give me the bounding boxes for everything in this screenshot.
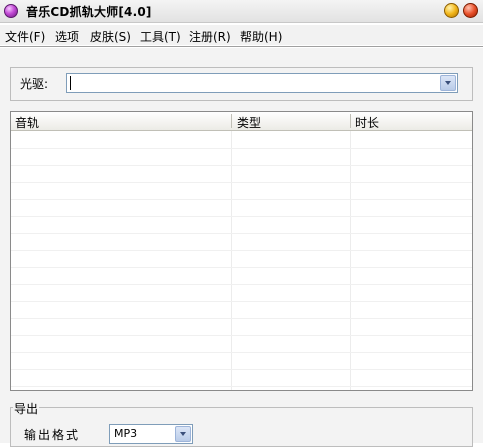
format-select-value: MP3 bbox=[114, 427, 138, 440]
menu-tools[interactable]: 工具(T) bbox=[140, 28, 181, 45]
column-track[interactable]: 音轨 bbox=[15, 114, 39, 131]
menu-file[interactable]: 文件(F) bbox=[5, 28, 45, 45]
track-list[interactable]: 音轨 类型 时长 bbox=[10, 111, 473, 391]
row-gridline bbox=[11, 165, 472, 166]
text-cursor bbox=[70, 76, 71, 90]
chevron-down-icon[interactable] bbox=[440, 75, 456, 91]
row-gridline bbox=[11, 233, 472, 234]
row-gridline bbox=[11, 148, 472, 149]
row-gridline bbox=[11, 267, 472, 268]
minimize-button[interactable] bbox=[444, 3, 459, 18]
column-duration[interactable]: 时长 bbox=[355, 114, 379, 131]
row-gridline bbox=[11, 250, 472, 251]
app-icon[interactable] bbox=[4, 4, 18, 18]
row-gridline bbox=[11, 199, 472, 200]
menu-help[interactable]: 帮助(H) bbox=[240, 28, 282, 45]
column-divider[interactable] bbox=[231, 114, 232, 128]
window-title: 音乐CD抓轨大师[4.0] bbox=[26, 5, 152, 19]
row-gridline bbox=[11, 352, 472, 353]
row-gridline bbox=[11, 284, 472, 285]
export-group-title: 导出 bbox=[13, 400, 40, 417]
drive-select[interactable] bbox=[66, 73, 458, 93]
menu-bar: 文件(F) 选项 皮肤(S) 工具(T) 注册(R) 帮助(H) bbox=[0, 25, 483, 45]
row-gridline bbox=[11, 335, 472, 336]
column-divider[interactable] bbox=[350, 114, 351, 128]
chevron-down-icon[interactable] bbox=[175, 426, 191, 442]
row-gridline bbox=[11, 301, 472, 302]
row-gridline bbox=[11, 386, 472, 387]
row-gridline bbox=[11, 369, 472, 370]
format-label: 输出格式 bbox=[24, 428, 81, 442]
row-gridline bbox=[11, 318, 472, 319]
column-type[interactable]: 类型 bbox=[237, 114, 261, 131]
drive-label: 光驱: bbox=[20, 77, 49, 91]
close-button[interactable] bbox=[463, 3, 478, 18]
menu-options[interactable]: 选项 bbox=[55, 28, 79, 45]
row-gridline bbox=[11, 182, 472, 183]
title-bar[interactable]: 音乐CD抓轨大师[4.0] bbox=[0, 0, 483, 23]
track-list-body bbox=[11, 131, 472, 390]
track-list-header: 音轨 类型 时长 bbox=[11, 112, 472, 131]
menu-register[interactable]: 注册(R) bbox=[189, 28, 231, 45]
menu-skin[interactable]: 皮肤(S) bbox=[90, 28, 131, 45]
format-select[interactable]: MP3 bbox=[109, 424, 193, 444]
row-gridline bbox=[11, 216, 472, 217]
